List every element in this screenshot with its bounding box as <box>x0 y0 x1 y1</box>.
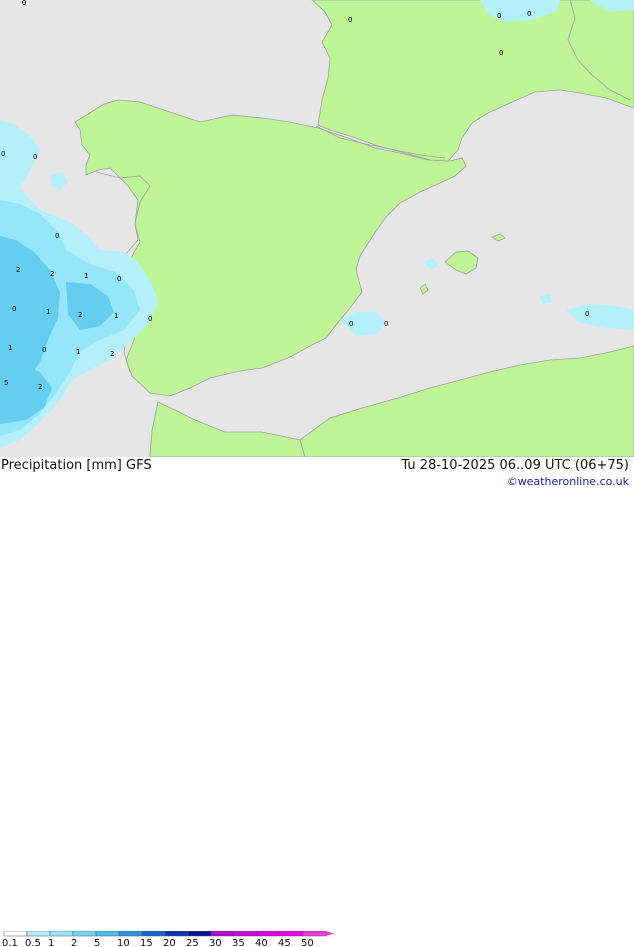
precip-value-label: 5 <box>4 379 8 387</box>
precip-value-label: 0 <box>22 0 26 7</box>
precip-value-label: 1 <box>46 308 50 316</box>
precip-value-label: 1 <box>114 312 118 320</box>
precip-value-label: 0 <box>527 10 531 18</box>
legend-swatch <box>95 931 120 937</box>
credit-link[interactable]: ©weatheronline.co.uk <box>507 475 629 488</box>
precip-value-label: 0 <box>348 16 352 24</box>
legend-label: 50 <box>301 938 314 947</box>
legend-arrow <box>326 931 334 936</box>
legend-swatch <box>164 931 189 937</box>
legend-swatch <box>187 931 212 937</box>
legend-swatch <box>210 931 235 937</box>
precip-value-label: 0 <box>33 153 37 161</box>
legend-swatch <box>26 931 51 937</box>
precip-value-label: 1 <box>84 272 88 280</box>
precip-value-label: 0 <box>55 232 59 240</box>
legend-swatch <box>3 931 28 937</box>
legend-label: 0.5 <box>25 938 41 947</box>
legend-label: 5 <box>94 938 100 947</box>
legend-label: 15 <box>140 938 153 947</box>
legend-label: 2 <box>71 938 77 947</box>
precipitation-map: 0 0 0 0 0 0 0 0 0 0 0 0 0 2 2 1 0 1 2 1 1 0 1 2 5 2 <box>0 0 634 457</box>
legend-swatch <box>72 931 97 937</box>
map-title: Precipitation [mm] GFS <box>1 458 152 473</box>
precip-value-label: 0 <box>585 310 589 318</box>
legend-label: 40 <box>255 938 268 947</box>
legend-label: 30 <box>209 938 222 947</box>
precip-value-label: 1 <box>8 344 12 352</box>
legend-swatch <box>256 931 281 937</box>
precip-value-label: 0 <box>12 305 16 313</box>
legend-swatch <box>279 931 304 937</box>
precip-value-label: 2 <box>110 350 114 358</box>
legend-label: 20 <box>163 938 176 947</box>
precip-value-label: 2 <box>78 311 82 319</box>
legend-swatch <box>233 931 258 937</box>
legend-label: 45 <box>278 938 291 947</box>
precip-value-label: 0 <box>497 12 501 20</box>
precip-value-label: 0 <box>148 315 152 323</box>
precip-value-label: 2 <box>50 270 54 278</box>
precip-legend: 0.1 0.5 1 2 5 10 15 20 25 30 35 40 45 50 <box>2 931 334 947</box>
legend-swatch <box>302 931 327 937</box>
precip-value-label: 2 <box>38 383 42 391</box>
legend-swatch <box>141 931 166 937</box>
precip-value-label: 0 <box>384 320 388 328</box>
footer-bar: Precipitation [mm] GFS Tu 28-10-2025 06.… <box>0 457 634 947</box>
precip-value-label: 0 <box>349 320 353 328</box>
legend-label: 1 <box>48 938 54 947</box>
legend-label: 35 <box>232 938 245 947</box>
legend-label: 25 <box>186 938 199 947</box>
precip-value-label: 1 <box>76 348 80 356</box>
precip-value-label: 0 <box>499 49 503 57</box>
precip-value-label: 0 <box>42 346 46 354</box>
legend-label: 10 <box>117 938 130 947</box>
legend-swatch <box>118 931 143 937</box>
legend-label: 0.1 <box>2 938 18 947</box>
legend-swatch <box>49 931 74 937</box>
precip-value-label: 0 <box>1 150 5 158</box>
forecast-datetime: Tu 28-10-2025 06..09 UTC (06+75) <box>401 458 629 473</box>
precip-value-label: 2 <box>16 266 20 274</box>
precip-value-label: 0 <box>117 275 121 283</box>
